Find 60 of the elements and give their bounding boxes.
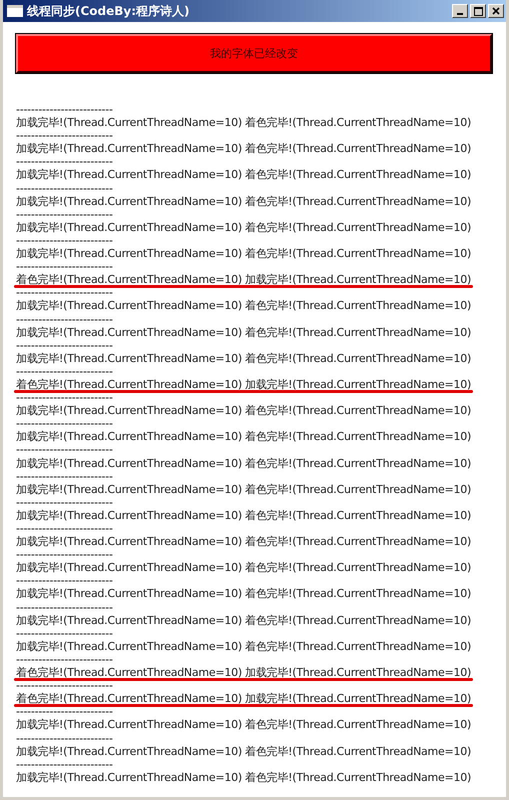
- separator-line: --------------------------: [16, 522, 113, 536]
- separator-line: --------------------------: [16, 234, 113, 248]
- separator-line: --------------------------: [16, 574, 113, 588]
- window-icon: [7, 5, 23, 17]
- separator-line: --------------------------: [16, 338, 113, 352]
- log-line: 着色完毕!(Thread.CurrentThreadName=10) 加载完毕!(Thread.CurrentThreadName=10): [16, 692, 472, 706]
- separator-line: --------------------------: [16, 600, 113, 614]
- separator-line: --------------------------: [16, 758, 113, 771]
- separator-line: --------------------------: [16, 364, 113, 378]
- minimize-button[interactable]: [452, 4, 468, 18]
- log-line: 加载完毕!(Thread.CurrentThreadName=10) 着色完毕!(Thread.CurrentThreadName=10): [16, 220, 472, 234]
- font-button[interactable]: 我的字体已经改变: [16, 34, 492, 73]
- log-line: 加载完毕!(Thread.CurrentThreadName=10) 着色完毕!(Thread.CurrentThreadName=10): [16, 194, 472, 208]
- window-title: 线程同步(CodeBy:程序诗人): [27, 2, 191, 20]
- separator-line: --------------------------: [16, 155, 113, 168]
- separator-line: --------------------------: [16, 652, 113, 666]
- separator-line: --------------------------: [16, 312, 113, 326]
- log-line: 加载完毕!(Thread.CurrentThreadName=10) 着色完毕!(Thread.CurrentThreadName=10): [16, 116, 472, 130]
- separator-line: --------------------------: [16, 443, 113, 457]
- separator-line: --------------------------: [16, 470, 113, 483]
- log-line: 加载完毕!(Thread.CurrentThreadName=10) 着色完毕!(Thread.CurrentThreadName=10): [16, 614, 472, 627]
- log-line: 着色完毕!(Thread.CurrentThreadName=10) 加载完毕!(Thread.CurrentThreadName=10): [16, 666, 472, 680]
- log-line: 着色完毕!(Thread.CurrentThreadName=10) 加载完毕!(Thread.CurrentThreadName=10): [16, 273, 472, 286]
- log-line: 加载完毕!(Thread.CurrentThreadName=10) 着色完毕!(Thread.CurrentThreadName=10): [16, 299, 472, 312]
- log-line: 加载完毕!(Thread.CurrentThreadName=10) 着色完毕!(Thread.CurrentThreadName=10): [16, 247, 472, 260]
- close-button[interactable]: [488, 4, 504, 18]
- log-line: 着色完毕!(Thread.CurrentThreadName=10) 加载完毕!(Thread.CurrentThreadName=10): [16, 378, 472, 392]
- log-line: 加载完毕!(Thread.CurrentThreadName=10) 着色完毕!(Thread.CurrentThreadName=10): [16, 770, 472, 784]
- separator-line: --------------------------: [16, 182, 113, 195]
- separator-line: --------------------------: [16, 417, 113, 430]
- separator-line: --------------------------: [16, 208, 113, 221]
- separator-line: --------------------------: [16, 496, 113, 509]
- log-line: 加载完毕!(Thread.CurrentThreadName=10) 着色完毕!(Thread.CurrentThreadName=10): [16, 168, 472, 182]
- log-line: 加载完毕!(Thread.CurrentThreadName=10) 着色完毕!(Thread.CurrentThreadName=10): [16, 482, 472, 496]
- log-line: 加载完毕!(Thread.CurrentThreadName=10) 着色完毕!(Thread.CurrentThreadName=10): [16, 326, 472, 339]
- separator-line: --------------------------: [16, 626, 113, 640]
- log-line: 加载完毕!(Thread.CurrentThreadName=10) 着色完毕!(Thread.CurrentThreadName=10): [16, 718, 472, 732]
- log-line: 加载完毕!(Thread.CurrentThreadName=10) 着色完毕!(Thread.CurrentThreadName=10): [16, 508, 472, 522]
- log-line: 加载完毕!(Thread.CurrentThreadName=10) 着色完毕!(Thread.CurrentThreadName=10): [16, 640, 472, 653]
- separator-line: --------------------------: [16, 260, 113, 274]
- log-line: 加载完毕!(Thread.CurrentThreadName=10) 着色完毕!(Thread.CurrentThreadName=10): [16, 561, 472, 574]
- separator-line: --------------------------: [16, 705, 113, 718]
- log-line: 加载完毕!(Thread.CurrentThreadName=10) 着色完毕!(Thread.CurrentThreadName=10): [16, 744, 472, 758]
- separator-line: --------------------------: [16, 103, 113, 116]
- separator-line: --------------------------: [16, 732, 113, 745]
- log-line: 加载完毕!(Thread.CurrentThreadName=10) 着色完毕!(Thread.CurrentThreadName=10): [16, 404, 472, 418]
- separator-line: --------------------------: [16, 129, 113, 142]
- separator-line: --------------------------: [16, 548, 113, 562]
- log-line: 加载完毕!(Thread.CurrentThreadName=10) 着色完毕!(Thread.CurrentThreadName=10): [16, 430, 472, 444]
- maximize-icon: [474, 6, 482, 16]
- separator-line: --------------------------: [16, 391, 113, 404]
- log-line: 加载完毕!(Thread.CurrentThreadName=10) 着色完毕!(Thread.CurrentThreadName=10): [16, 142, 472, 156]
- separator-line: --------------------------: [16, 286, 113, 300]
- maximize-button[interactable]: [470, 4, 486, 18]
- log-line: 加载完毕!(Thread.CurrentThreadName=10) 着色完毕!(Thread.CurrentThreadName=10): [16, 456, 472, 470]
- close-icon: [492, 7, 500, 15]
- log-line: 加载完毕!(Thread.CurrentThreadName=10) 着色完毕!(Thread.CurrentThreadName=10): [16, 587, 472, 601]
- log-line: 加载完毕!(Thread.CurrentThreadName=10) 着色完毕!(Thread.CurrentThreadName=10): [16, 535, 472, 548]
- log-line: 加载完毕!(Thread.CurrentThreadName=10) 着色完毕!(Thread.CurrentThreadName=10): [16, 352, 472, 365]
- separator-line: --------------------------: [16, 679, 113, 692]
